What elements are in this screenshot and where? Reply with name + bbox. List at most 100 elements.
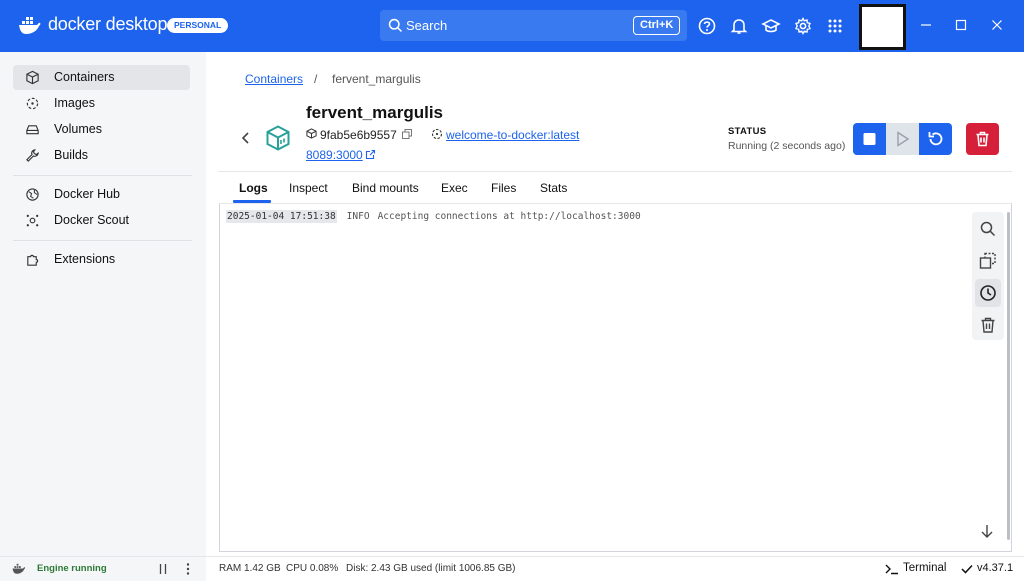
trash-icon bbox=[976, 131, 989, 147]
toggle-timestamps-button[interactable] bbox=[975, 279, 1001, 307]
globe-icon bbox=[26, 188, 39, 201]
status-footer: Engine running RAM 1.42 GB CPU 0.08% Dis… bbox=[0, 556, 1024, 581]
close-icon[interactable] bbox=[988, 16, 1006, 34]
checkmark-icon bbox=[961, 564, 973, 574]
sidebar-item-images[interactable]: Images bbox=[13, 91, 190, 116]
sidebar-item-label: Docker Hub bbox=[54, 187, 120, 201]
breadcrumb-current: fervent_margulis bbox=[332, 72, 421, 86]
cpu-usage: CPU 0.08% bbox=[286, 563, 339, 574]
title-bar: docker desktop PERSONAL Search Ctrl+K bbox=[0, 0, 1024, 52]
sidebar: Containers Images Volumes Builds Docker … bbox=[0, 52, 206, 556]
scroll-to-bottom-arrow-icon[interactable] bbox=[978, 522, 996, 540]
log-toolbar bbox=[972, 212, 1004, 340]
tab-files[interactable]: Files bbox=[491, 181, 516, 195]
minimize-icon[interactable] bbox=[917, 16, 935, 34]
terminal-button[interactable]: Terminal bbox=[903, 562, 946, 574]
status-label: STATUS bbox=[728, 126, 767, 137]
sidebar-item-label: Builds bbox=[54, 148, 89, 162]
cube-icon bbox=[26, 70, 39, 85]
tab-stats[interactable]: Stats bbox=[540, 181, 567, 195]
play-icon bbox=[897, 131, 910, 147]
apps-grid-icon[interactable] bbox=[825, 16, 845, 36]
help-icon[interactable] bbox=[697, 16, 717, 36]
sidebar-item-label: Volumes bbox=[54, 122, 102, 136]
wrench-icon bbox=[26, 149, 39, 162]
volume-icon bbox=[26, 125, 39, 135]
search-shortcut: Ctrl+K bbox=[633, 16, 681, 35]
learning-center-icon[interactable] bbox=[761, 16, 781, 36]
log-scrollbar[interactable] bbox=[1007, 212, 1010, 540]
tab-inspect[interactable]: Inspect bbox=[289, 181, 328, 195]
account-avatar[interactable] bbox=[859, 4, 906, 50]
sidebar-item-label: Docker Scout bbox=[54, 213, 130, 227]
stop-icon bbox=[863, 133, 876, 145]
sidebar-item-label: Images bbox=[54, 96, 95, 110]
sidebar-item-volumes[interactable]: Volumes bbox=[13, 117, 190, 142]
copy-icon[interactable] bbox=[402, 129, 412, 139]
search-placeholder: Search bbox=[406, 18, 448, 33]
log-timestamp: 2025-01-04 17:51:38 bbox=[226, 210, 337, 223]
container-id-icon bbox=[306, 128, 317, 139]
tab-exec[interactable]: Exec bbox=[441, 181, 468, 195]
puzzle-icon bbox=[27, 254, 39, 266]
start-button[interactable] bbox=[886, 123, 919, 155]
header-divider bbox=[218, 171, 1012, 172]
pause-engine-icon[interactable] bbox=[157, 563, 169, 575]
delete-button[interactable] bbox=[966, 123, 999, 155]
copy-icon bbox=[979, 252, 996, 269]
search-bar[interactable]: Search Ctrl+K bbox=[380, 10, 687, 41]
sidebar-item-builds[interactable]: Builds bbox=[13, 143, 190, 168]
clock-icon bbox=[980, 285, 996, 301]
log-line: 2025-01-04 17:51:38 INFO Accepting connect… bbox=[226, 210, 641, 223]
breadcrumb-containers-link[interactable]: Containers bbox=[245, 72, 303, 86]
log-level: INFO bbox=[346, 211, 370, 222]
maximize-icon[interactable] bbox=[952, 16, 970, 34]
sidebar-divider bbox=[13, 240, 192, 241]
disk-usage: Disk: 2.43 GB used (limit 1006.85 GB) bbox=[346, 563, 516, 574]
main-content: Containers / fervent_margulis fervent_ma… bbox=[206, 52, 1024, 556]
tab-bind-mounts[interactable]: Bind mounts bbox=[352, 181, 419, 195]
more-options-icon[interactable] bbox=[184, 562, 192, 576]
log-message: Accepting connections at http://localhos… bbox=[377, 211, 641, 222]
app-name: docker desktop bbox=[48, 14, 168, 34]
port-link[interactable]: 8089:3000 bbox=[306, 148, 363, 162]
notifications-bell-icon[interactable] bbox=[729, 16, 749, 36]
engine-status: Engine running bbox=[37, 563, 107, 574]
docker-logo: docker desktop bbox=[18, 14, 167, 35]
status-value: Running (2 seconds ago) bbox=[728, 140, 846, 152]
back-chevron-icon[interactable] bbox=[239, 131, 253, 145]
sidebar-item-docker-hub[interactable]: Docker Hub bbox=[13, 182, 190, 207]
trash-icon bbox=[981, 317, 995, 333]
log-viewer[interactable]: 2025-01-04 17:51:38 INFO Accepting connect… bbox=[219, 203, 1012, 552]
app-version[interactable]: v4.37.1 bbox=[977, 562, 1013, 574]
sidebar-item-containers[interactable]: Containers bbox=[13, 65, 190, 90]
docker-whale-icon bbox=[19, 16, 41, 34]
image-link[interactable]: welcome-to-docker:latest bbox=[446, 128, 579, 142]
sidebar-item-label: Containers bbox=[54, 70, 115, 84]
sidebar-item-label: Extensions bbox=[54, 252, 116, 266]
external-link-icon[interactable] bbox=[365, 149, 376, 160]
search-icon bbox=[980, 221, 996, 237]
clear-logs-button[interactable] bbox=[975, 311, 1001, 339]
ram-usage: RAM 1.42 GB bbox=[219, 563, 281, 574]
container-cube-icon bbox=[266, 125, 290, 151]
tab-logs[interactable]: Logs bbox=[239, 181, 268, 195]
image-icon bbox=[431, 128, 443, 140]
sidebar-divider bbox=[13, 175, 192, 176]
sidebar-item-docker-scout[interactable]: Docker Scout bbox=[13, 208, 190, 233]
container-name: fervent_margulis bbox=[306, 103, 443, 122]
search-icon bbox=[388, 18, 402, 32]
sidebar-item-extensions[interactable]: Extensions bbox=[13, 247, 190, 272]
stop-button[interactable] bbox=[853, 123, 886, 155]
restart-icon bbox=[928, 132, 943, 146]
terminal-icon bbox=[885, 564, 898, 575]
copy-logs-button[interactable] bbox=[975, 247, 1001, 275]
docker-whale-icon bbox=[12, 563, 26, 574]
footer-sidebar-section: Engine running bbox=[0, 557, 206, 581]
container-id: 9fab5e6b9557 bbox=[320, 128, 397, 142]
images-icon bbox=[26, 97, 39, 110]
log-search-button[interactable] bbox=[975, 215, 1001, 243]
scout-icon bbox=[26, 214, 39, 227]
restart-button[interactable] bbox=[919, 123, 952, 155]
settings-gear-icon[interactable] bbox=[793, 16, 813, 36]
